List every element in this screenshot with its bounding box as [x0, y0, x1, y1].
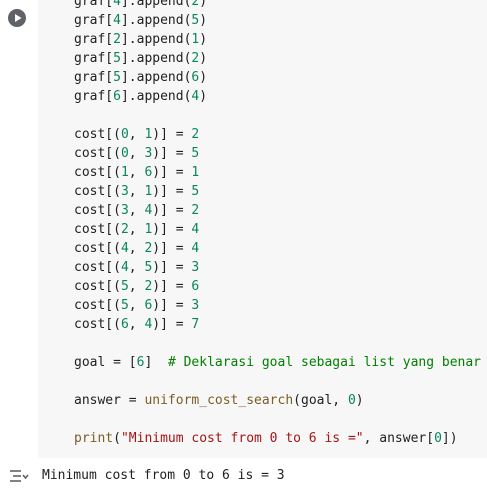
code-line: cost[(4, 5)] = 3 — [74, 260, 200, 275]
code-line: cost[(0, 3)] = 5 — [74, 146, 200, 161]
code-line: graf[6].append(4) — [74, 89, 208, 104]
output-text: Minimum cost from 0 to 6 is = 3 — [42, 468, 285, 483]
code-line: goal = [6] # Deklarasi goal sebagai list… — [74, 355, 482, 370]
play-circle-icon[interactable] — [8, 9, 26, 27]
code-line: cost[(3, 4)] = 2 — [74, 203, 200, 218]
code-cell: graf[4].append(2) graf[4].append(5) graf[2… — [0, 0, 487, 458]
code-block: graf[4].append(2) graf[4].append(5) graf[2… — [74, 0, 481, 448]
code-line: graf[5].append(6) — [74, 70, 208, 85]
code-line: ​ — [74, 106, 481, 125]
code-line: ​ — [74, 334, 481, 353]
code-line: cost[(5, 6)] = 3 — [74, 298, 200, 313]
output-area: Minimum cost from 0 to 6 is = 3 — [0, 458, 487, 494]
code-line: graf[2].append(1) — [74, 32, 208, 47]
code-line: graf[4].append(2) — [74, 0, 208, 9]
code-line: cost[(2, 1)] = 4 — [74, 222, 200, 237]
code-line: ​ — [74, 410, 481, 429]
output-toggle-icon[interactable] — [8, 467, 30, 489]
code-line: print("Minimum cost from 0 to 6 is =", a… — [74, 431, 458, 446]
code-line: cost[(0, 1)] = 2 — [74, 127, 200, 142]
cell-gutter — [0, 0, 38, 458]
code-line: cost[(1, 6)] = 1 — [74, 165, 200, 180]
code-editor[interactable]: graf[4].append(2) graf[4].append(5) graf[2… — [38, 0, 487, 458]
code-line: cost[(3, 1)] = 5 — [74, 184, 200, 199]
code-line: graf[5].append(2) — [74, 51, 208, 66]
code-line: cost[(4, 2)] = 4 — [74, 241, 200, 256]
code-line: cost[(6, 4)] = 7 — [74, 317, 200, 332]
code-line: cost[(5, 2)] = 6 — [74, 279, 200, 294]
code-line: answer = uniform_cost_search(goal, 0) — [74, 393, 364, 408]
code-line: ​ — [74, 372, 481, 391]
code-line: graf[4].append(5) — [74, 13, 208, 28]
